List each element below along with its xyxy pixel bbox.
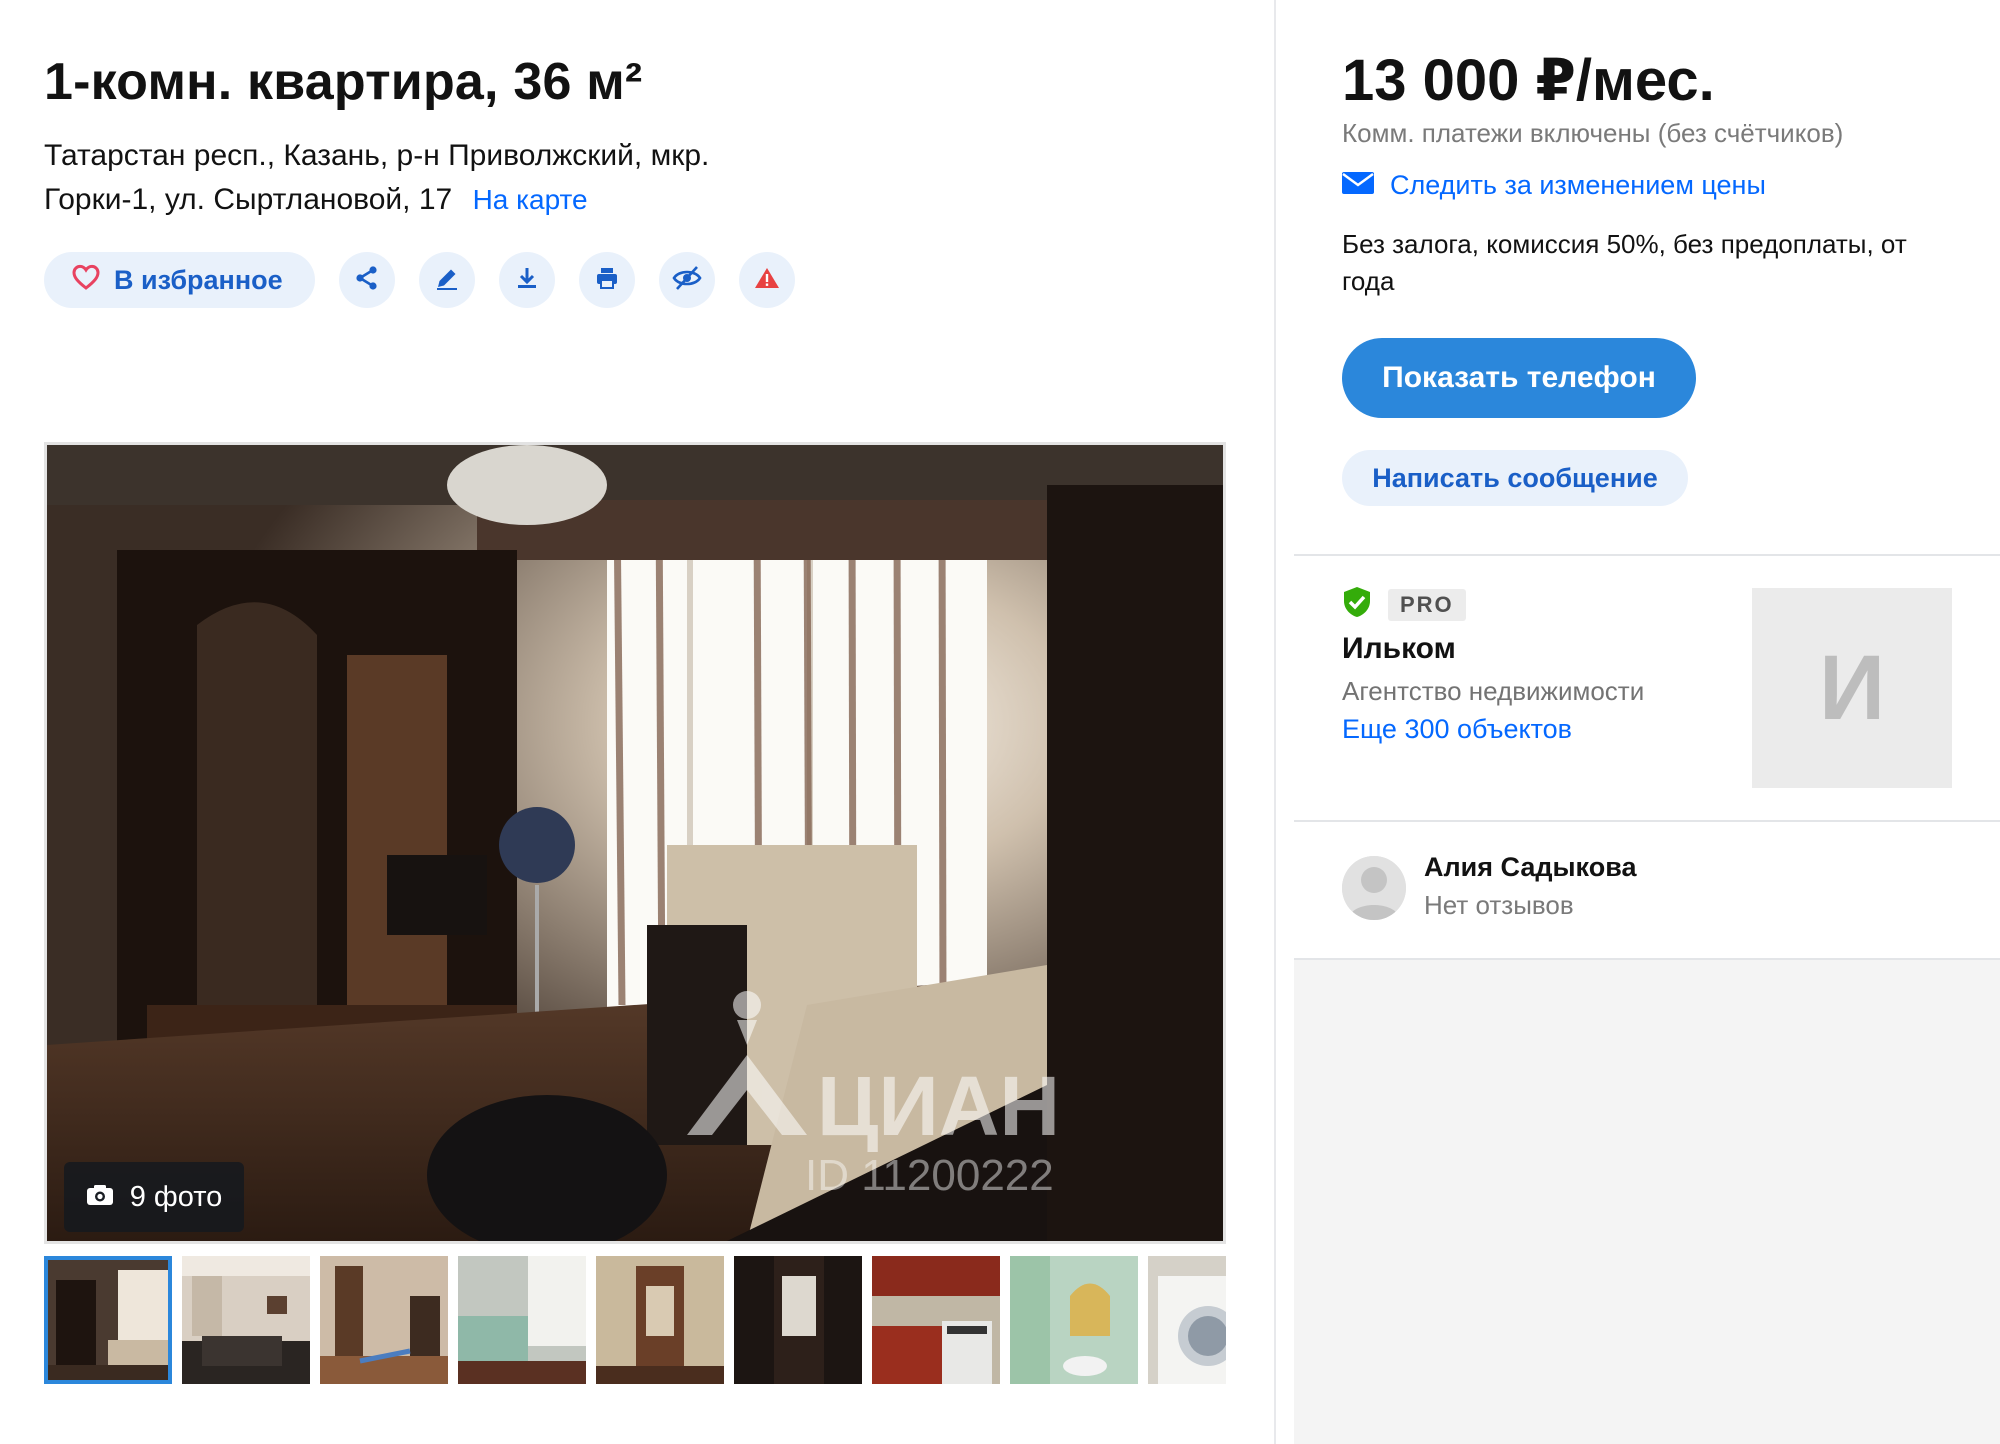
- main-photo[interactable]: ЦИАН ID 11200222: [44, 442, 1226, 1244]
- price: 13 000 ₽/мес.: [1342, 48, 1715, 113]
- share-icon: [354, 265, 380, 296]
- edit-button[interactable]: [418, 252, 475, 308]
- agency-badges: PRO: [1342, 586, 1466, 623]
- person-icon: [1342, 856, 1406, 920]
- agent-name[interactable]: Алия Садыкова: [1424, 852, 1636, 883]
- download-icon: [514, 265, 540, 296]
- address-text: Татарстан респ., Казань, р-н Приволжский…: [44, 139, 710, 216]
- thumbnail-kitchen[interactable]: [872, 1256, 1000, 1384]
- map-link[interactable]: На карте: [473, 184, 588, 215]
- action-toolbar: В избранное: [44, 252, 795, 308]
- thumbnail-living-room-sofa[interactable]: [182, 1256, 310, 1384]
- pro-badge: PRO: [1388, 588, 1466, 621]
- agency-name[interactable]: Ильком: [1342, 632, 1456, 666]
- agent-reviews: Нет отзывов: [1424, 890, 1574, 920]
- camera-icon: [86, 1181, 114, 1214]
- heart-icon: [72, 264, 100, 297]
- watermark-brand: ЦИАН: [817, 1059, 1060, 1153]
- photo-count-badge[interactable]: 9 фото: [64, 1162, 244, 1232]
- watch-price-label: Следить за изменением цены: [1390, 170, 1766, 200]
- listing-main: 1-комн. квартира, 36 м² Татарстан респ.,…: [0, 0, 1274, 1444]
- edit-icon: [434, 265, 460, 296]
- agency-more-listings-link[interactable]: Еще 300 объектов: [1342, 714, 1572, 745]
- thumbnail-living-room[interactable]: [44, 1256, 172, 1384]
- photo-count-label: 9 фото: [129, 1180, 223, 1213]
- agency-card: PRO Ильком Агентство недвижимости Еще 30…: [1294, 556, 2000, 822]
- thumbnail-washing-machine[interactable]: [1148, 1256, 1226, 1384]
- print-button[interactable]: [578, 252, 635, 308]
- price-card: 13 000 ₽/мес. Комм. платежи включены (бе…: [1294, 0, 2000, 556]
- hide-button[interactable]: [658, 252, 715, 308]
- watch-price-link[interactable]: Следить за изменением цены: [1342, 170, 1766, 201]
- agent-avatar: [1342, 856, 1406, 920]
- report-button[interactable]: [738, 252, 795, 308]
- download-button[interactable]: [498, 252, 555, 308]
- thumbnail-bathroom[interactable]: [1010, 1256, 1138, 1384]
- agency-logo[interactable]: И: [1752, 588, 1952, 788]
- rental-terms: Без залога, комиссия 50%, без предоплаты…: [1342, 229, 1907, 296]
- favorite-button[interactable]: В избранное: [44, 252, 315, 308]
- agent-card: Алия Садыкова Нет отзывов: [1294, 822, 2000, 960]
- print-icon: [594, 265, 620, 296]
- listing-title: 1-комн. квартира, 36 м²: [44, 53, 643, 111]
- share-button[interactable]: [338, 252, 395, 308]
- thumbnail-room-ironing-board[interactable]: [320, 1256, 448, 1384]
- report-icon: [754, 266, 780, 295]
- thumbnail-hallway[interactable]: [596, 1256, 724, 1384]
- favorite-label: В избранное: [114, 264, 283, 295]
- hide-icon: [672, 265, 702, 296]
- thumbnail-strip: [44, 1256, 1226, 1384]
- listing-address: Татарстан респ., Казань, р-н Приволжский…: [44, 134, 804, 222]
- sidebar: 13 000 ₽/мес. Комм. платежи включены (бе…: [1294, 0, 2000, 1444]
- column-divider: [1274, 0, 1276, 1444]
- envelope-icon: [1342, 170, 1374, 201]
- agency-type: Агентство недвижимости: [1342, 676, 1645, 706]
- apartment-photo: ЦИАН ID 11200222: [47, 445, 1223, 1241]
- verified-shield-icon: [1342, 586, 1372, 623]
- price-note: Комм. платежи включены (без счётчиков): [1342, 118, 1844, 148]
- thumbnail-balcony[interactable]: [458, 1256, 586, 1384]
- show-phone-button[interactable]: Показать телефон: [1342, 338, 1696, 418]
- send-message-button[interactable]: Написать сообщение: [1342, 450, 1688, 506]
- watermark-id: ID 11200222: [805, 1151, 1054, 1200]
- listing-page: 1-комн. квартира, 36 м² Татарстан респ.,…: [0, 0, 2000, 1444]
- thumbnail-door-hallway[interactable]: [734, 1256, 862, 1384]
